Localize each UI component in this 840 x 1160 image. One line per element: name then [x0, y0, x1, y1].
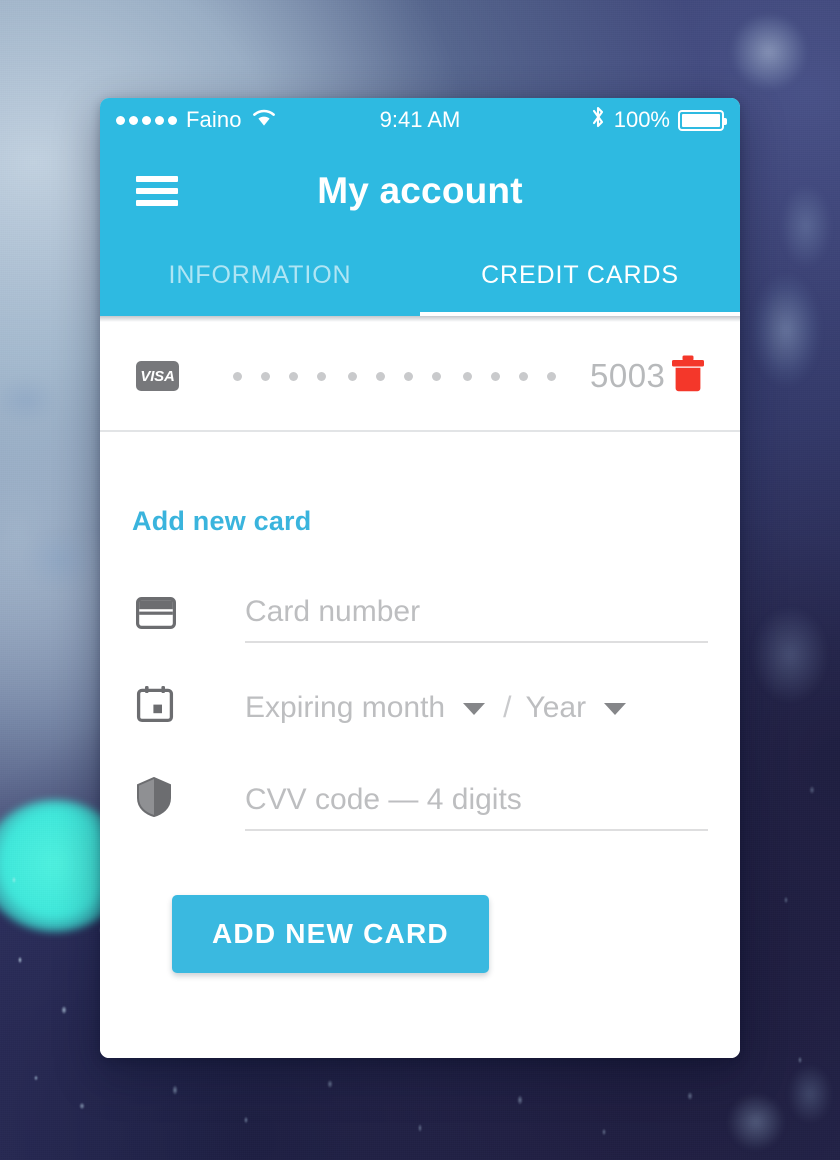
signal-strength-icon: [116, 115, 177, 125]
card-number-row: Card number: [136, 571, 708, 643]
visa-brand-label: VISA: [140, 367, 175, 385]
delete-card-button[interactable]: [665, 353, 711, 399]
expiring-month-select[interactable]: Expiring month: [245, 691, 486, 737]
masked-digit-group: [233, 371, 326, 381]
masked-digit-group: [463, 371, 556, 381]
battery-full-icon: [678, 109, 727, 131]
tab-bar: INFORMATION CREDIT CARDS: [100, 240, 740, 316]
battery-percent-label: 100%: [613, 107, 670, 132]
chevron-down-icon: [604, 703, 627, 715]
expiring-year-select[interactable]: Year: [525, 691, 627, 737]
add-new-card-button[interactable]: ADD NEW CARD: [172, 895, 489, 973]
add-card-form: Card number Expiring month / Year CVV co…: [100, 537, 740, 973]
app-bar: My account: [100, 142, 740, 240]
masked-card-number: 5003: [233, 357, 665, 395]
hamburger-menu-icon[interactable]: [136, 176, 178, 206]
tab-credit-cards[interactable]: CREDIT CARDS: [420, 240, 740, 316]
expiry-separator: /: [503, 691, 512, 724]
credit-cards-panel: VISA 5003 Add new card Card number Expir…: [100, 322, 740, 1058]
expiry-row: Expiring month / Year: [136, 665, 708, 737]
cvv-row: CVV code — 4 digits: [136, 759, 708, 831]
app-window: Faino 9:41 AM 100% My account INFORMATIO…: [100, 98, 740, 1058]
saved-card-row[interactable]: VISA 5003: [100, 322, 740, 432]
visa-brand-icon: VISA: [136, 361, 179, 391]
wifi-icon: [251, 107, 277, 133]
cvv-input[interactable]: CVV code — 4 digits: [245, 783, 708, 831]
trash-icon: [671, 355, 705, 398]
masked-digit-group: [348, 371, 441, 381]
status-bar: Faino 9:41 AM 100%: [100, 98, 740, 142]
calendar-icon: [136, 685, 180, 737]
chevron-down-icon: [463, 703, 486, 715]
shield-icon: [136, 777, 180, 831]
credit-card-icon: [136, 597, 180, 643]
add-new-card-heading: Add new card: [132, 506, 312, 536]
status-bar-right: 100%: [590, 105, 727, 135]
page-title: My account: [317, 170, 523, 211]
expiring-month-placeholder: Expiring month: [245, 691, 446, 724]
expiring-year-placeholder: Year: [525, 691, 587, 724]
bluetooth-icon: [590, 105, 606, 135]
expiry-body: Expiring month / Year: [245, 691, 708, 737]
carrier-name: Faino: [186, 107, 242, 132]
card-last4: 5003: [590, 357, 666, 394]
status-bar-left: Faino: [116, 107, 277, 133]
card-number-input[interactable]: Card number: [245, 595, 708, 643]
cvv-placeholder: CVV code — 4 digits: [245, 783, 522, 816]
submit-row: ADD NEW CARD: [136, 853, 708, 973]
tab-information[interactable]: INFORMATION: [100, 240, 420, 316]
card-number-placeholder: Card number: [245, 595, 421, 628]
